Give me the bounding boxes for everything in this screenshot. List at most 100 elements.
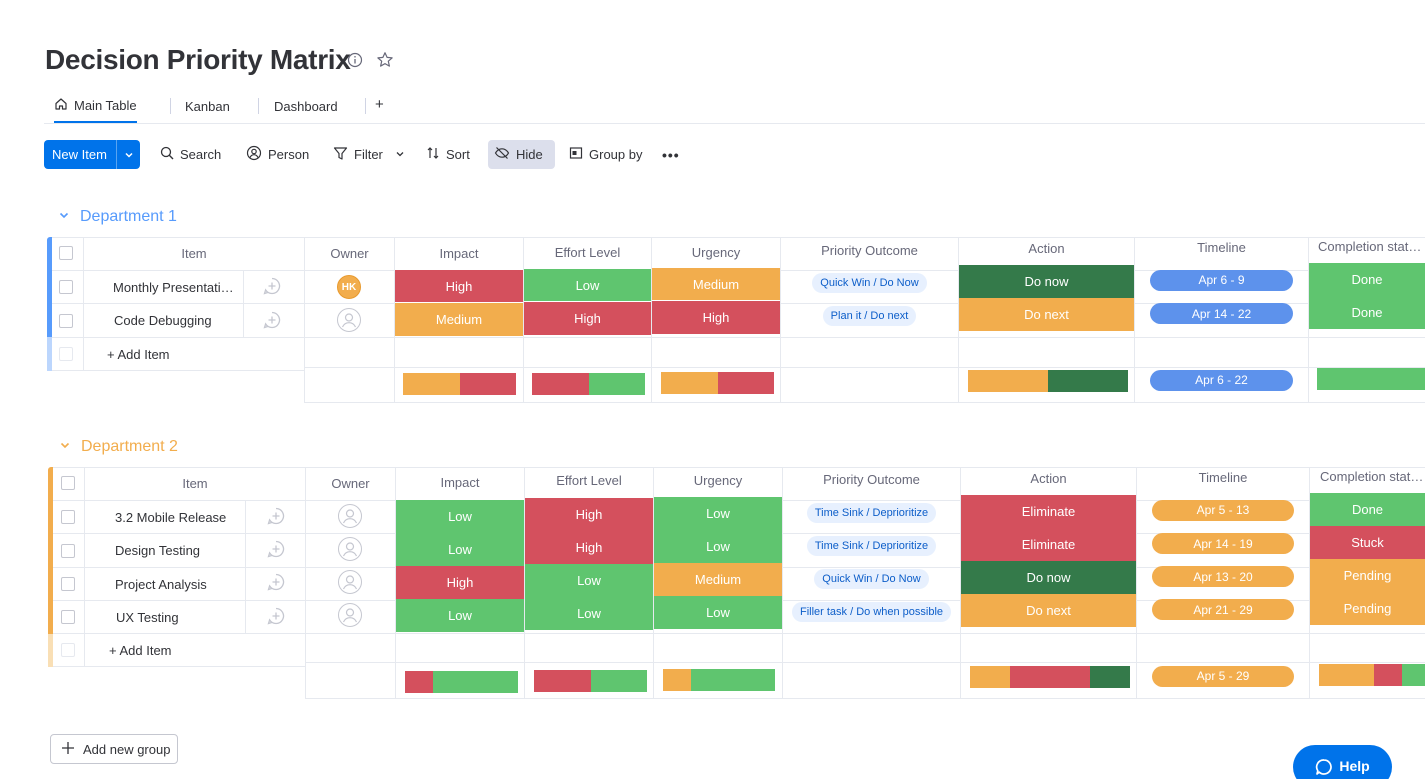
item-name[interactable]: UX Testing [116, 601, 179, 633]
column-header-urgency[interactable]: Urgency [652, 236, 780, 268]
row-checkbox[interactable] [61, 577, 75, 591]
item-name[interactable]: Design Testing [115, 534, 200, 567]
column-header-impact[interactable]: Impact [396, 466, 524, 499]
priority-outcome-cell[interactable]: Filler task / Do when possible [783, 595, 960, 628]
sort-button[interactable]: Sort [420, 140, 476, 169]
chevron-down-icon[interactable] [395, 147, 405, 162]
effort-status[interactable]: Low [525, 597, 653, 630]
completion-status[interactable]: Done [1310, 493, 1425, 526]
priority-outcome-cell[interactable]: Quick Win / Do Now [783, 562, 960, 595]
priority-outcome-cell[interactable]: Time Sink / Deprioritize [783, 529, 960, 562]
action-status[interactable]: Do next [961, 594, 1136, 627]
action-status[interactable]: Do now [959, 265, 1134, 298]
item-name[interactable]: Monthly Presentati… [113, 271, 234, 303]
chevron-down-icon[interactable] [58, 208, 70, 226]
row-checkbox[interactable] [61, 544, 75, 558]
group-header[interactable]: Department 2 [59, 438, 178, 456]
add-update-icon[interactable] [266, 506, 286, 526]
owner-avatar[interactable] [338, 537, 362, 561]
search-button[interactable]: Search [154, 140, 227, 169]
add-item-input[interactable]: + Add Item [109, 634, 172, 666]
column-header-completion[interactable]: Completion stat… [1310, 460, 1425, 492]
column-header-action[interactable]: Action [959, 232, 1134, 264]
owner-avatar[interactable] [338, 603, 362, 627]
hide-button[interactable]: Hide [488, 140, 555, 169]
timeline-cell[interactable]: Apr 6 - 9 [1135, 264, 1308, 296]
group-title[interactable]: Department 2 [81, 438, 178, 456]
row-checkbox[interactable] [59, 280, 73, 294]
owner-avatar[interactable] [338, 570, 362, 594]
select-all-checkbox[interactable] [59, 246, 73, 260]
action-status[interactable]: Eliminate [961, 528, 1136, 561]
item-name[interactable]: Project Analysis [115, 568, 207, 600]
urgency-status[interactable]: High [652, 301, 780, 334]
column-header-item[interactable]: Item [84, 237, 304, 270]
timeline-cell[interactable]: Apr 14 - 19 [1137, 527, 1309, 560]
column-header-owner[interactable]: Owner [306, 467, 395, 500]
more-options-button[interactable]: ••• [656, 140, 686, 169]
group-title[interactable]: Department 1 [80, 208, 177, 226]
completion-status[interactable]: Pending [1310, 592, 1425, 625]
effort-status[interactable]: Low [524, 269, 651, 301]
timeline-cell[interactable]: Apr 21 - 29 [1137, 593, 1309, 626]
urgency-status[interactable]: Low [654, 596, 782, 629]
impact-status[interactable]: Medium [395, 303, 523, 336]
owner-avatar[interactable] [337, 308, 361, 332]
owner-avatar[interactable]: HK [337, 275, 361, 299]
add-update-icon[interactable] [262, 310, 282, 330]
action-status[interactable]: Eliminate [961, 495, 1136, 528]
row-checkbox[interactable] [61, 610, 75, 624]
effort-status[interactable]: High [525, 498, 653, 531]
timeline-cell[interactable]: Apr 14 - 22 [1135, 297, 1308, 330]
chevron-down-icon[interactable] [59, 438, 71, 456]
add-new-group-button[interactable]: Add new group [50, 734, 178, 764]
urgency-status[interactable]: Low [654, 530, 782, 563]
column-header-effort[interactable]: Effort Level [524, 236, 651, 269]
add-item-input[interactable]: + Add Item [107, 338, 170, 370]
item-name[interactable]: Code Debugging [114, 304, 212, 337]
add-update-icon[interactable] [266, 572, 286, 592]
impact-status[interactable]: Low [396, 532, 524, 566]
completion-status[interactable]: Pending [1310, 559, 1425, 592]
column-header-effort[interactable]: Effort Level [525, 464, 653, 497]
owner-avatar[interactable] [338, 504, 362, 528]
effort-status[interactable]: High [524, 302, 651, 335]
select-all-checkbox[interactable] [61, 476, 75, 490]
impact-status[interactable]: High [395, 270, 523, 302]
priority-outcome-cell[interactable]: Plan it / Do next [781, 299, 958, 332]
impact-status[interactable]: High [396, 566, 524, 599]
impact-status[interactable]: Low [396, 500, 524, 532]
action-status[interactable]: Do now [961, 561, 1136, 594]
priority-outcome-cell[interactable]: Quick Win / Do Now [781, 267, 958, 299]
column-header-priority-outcome[interactable]: Priority Outcome [781, 234, 958, 266]
new-item-button[interactable]: New Item [44, 140, 140, 169]
urgency-status[interactable]: Medium [652, 268, 780, 300]
completion-status[interactable]: Done [1309, 263, 1425, 296]
urgency-status[interactable]: Medium [654, 563, 782, 596]
tab-kanban[interactable]: Kanban [185, 96, 230, 116]
filter-button[interactable]: Filter [327, 140, 411, 169]
urgency-status[interactable]: Low [654, 497, 782, 530]
star-icon[interactable] [376, 51, 394, 69]
impact-status[interactable]: Low [396, 599, 524, 632]
priority-outcome-cell[interactable]: Time Sink / Deprioritize [783, 496, 960, 529]
person-filter-button[interactable]: Person [240, 140, 315, 169]
group-header[interactable]: Department 1 [58, 208, 177, 226]
group-by-button[interactable]: Group by [563, 140, 648, 169]
column-header-timeline[interactable]: Timeline [1137, 461, 1309, 493]
effort-status[interactable]: Low [525, 564, 653, 597]
column-header-item[interactable]: Item [85, 467, 305, 500]
add-view-button[interactable]: + [375, 94, 384, 114]
add-update-icon[interactable] [262, 276, 282, 296]
completion-status[interactable]: Stuck [1310, 526, 1425, 559]
column-header-priority-outcome[interactable]: Priority Outcome [783, 463, 960, 495]
column-header-completion[interactable]: Completion stat… [1309, 230, 1425, 262]
info-icon[interactable] [346, 51, 364, 69]
row-checkbox[interactable] [61, 510, 75, 524]
action-status[interactable]: Do next [959, 298, 1134, 331]
tab-dashboard[interactable]: Dashboard [274, 96, 338, 116]
column-header-timeline[interactable]: Timeline [1135, 231, 1308, 263]
item-name[interactable]: 3.2 Mobile Release [115, 501, 226, 533]
chevron-down-icon[interactable] [116, 140, 140, 169]
timeline-cell[interactable]: Apr 13 - 20 [1137, 560, 1309, 593]
